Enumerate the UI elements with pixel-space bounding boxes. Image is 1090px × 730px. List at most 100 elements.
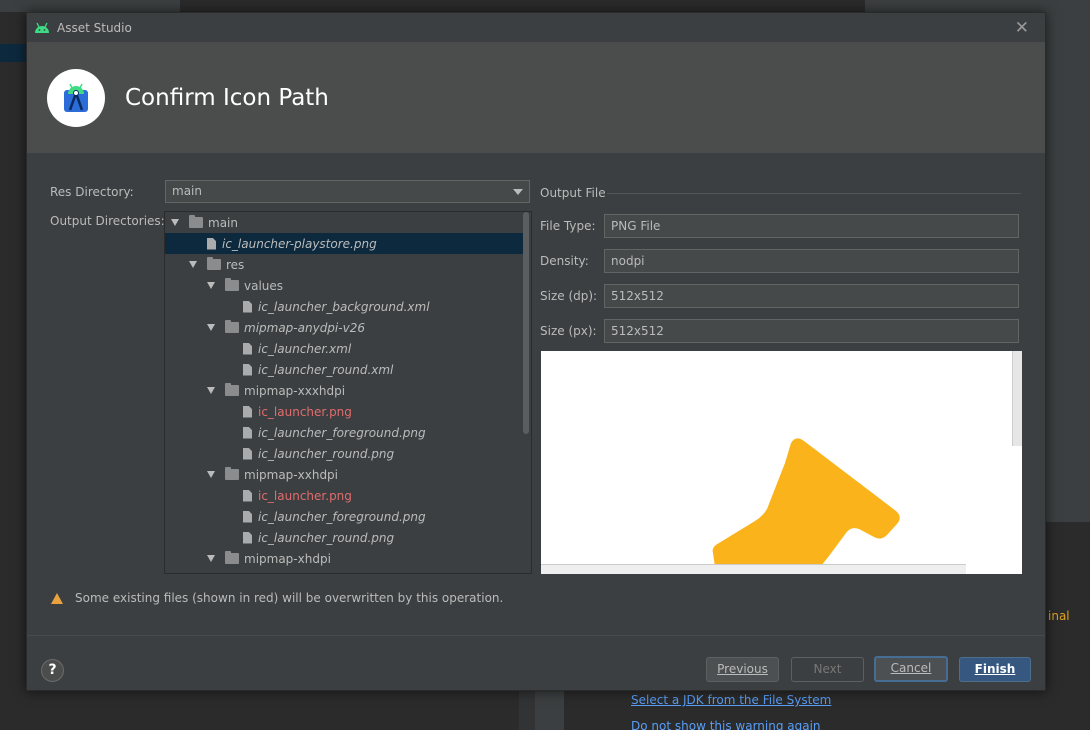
- dialog-header: Confirm Icon Path: [27, 42, 1045, 153]
- size-dp-label: Size (dp):: [540, 289, 598, 303]
- preview-horizontal-scrollbar[interactable]: [541, 564, 966, 574]
- expand-triangle-icon[interactable]: [207, 471, 215, 478]
- file-type-label: File Type:: [540, 219, 596, 233]
- dialog-titlebar: Asset Studio ✕: [27, 13, 1045, 42]
- cancel-button[interactable]: Cancel: [874, 656, 948, 682]
- android-studio-icon: [64, 83, 88, 112]
- tree-item-label: mipmap-xxhdpi: [244, 467, 339, 482]
- tree-item-label: ic_launcher.png: [258, 488, 352, 503]
- expand-triangle-icon[interactable]: [207, 555, 215, 562]
- preview-vertical-scrollbar[interactable]: [1012, 351, 1022, 446]
- file-icon: [243, 447, 252, 460]
- expand-triangle-icon[interactable]: [189, 261, 197, 268]
- output-directories-label: Output Directories:: [50, 214, 165, 228]
- tree-item-label: ic_launcher.xml: [258, 341, 352, 356]
- asset-studio-dialog: Asset Studio ✕ Confirm Icon Path Res Dir…: [26, 12, 1046, 691]
- tree-file-row[interactable]: ic_launcher_round.xml: [165, 359, 523, 380]
- res-directory-label: Res Directory:: [50, 185, 134, 199]
- tree-file-row[interactable]: ic_launcher.xml: [165, 338, 523, 359]
- tree-file-row[interactable]: ic_launcher_foreground.png: [165, 506, 523, 527]
- res-directory-combo[interactable]: main: [165, 180, 530, 203]
- file-icon: [243, 510, 252, 523]
- file-icon: [243, 531, 252, 544]
- ide-partial-text: inal: [1048, 609, 1070, 623]
- warning-text: Some existing files (shown in red) will …: [75, 591, 504, 605]
- tree-file-row[interactable]: ic_launcher_background.xml: [165, 296, 523, 317]
- finish-button-label: Finish: [974, 662, 1016, 676]
- tree-scrollbar[interactable]: [523, 212, 529, 434]
- folder-icon: [225, 278, 239, 291]
- cancel-button-label: Cancel: [890, 661, 932, 675]
- tree-file-row[interactable]: ic_launcher_round.png: [165, 527, 523, 548]
- help-button[interactable]: ?: [41, 659, 64, 682]
- ide-right-panel: [1046, 12, 1090, 522]
- section-separator: [607, 193, 1021, 194]
- file-icon: [243, 300, 252, 313]
- file-icon: [243, 342, 252, 355]
- res-directory-value: main: [172, 184, 202, 198]
- folder-icon: [189, 215, 203, 228]
- ide-bottom-gutter-inner: [535, 690, 564, 730]
- density-label: Density:: [540, 254, 589, 268]
- output-directories-tree[interactable]: mipmap-xhdpi ic_launcher_round.png ic_laun…: [164, 211, 532, 574]
- tree-item-label: ic_launcher_round.png: [258, 446, 395, 461]
- size-px-field[interactable]: 512x512: [604, 319, 1019, 343]
- ide-top-editor-strip: [180, 0, 865, 12]
- page-title: Confirm Icon Path: [125, 84, 329, 111]
- tree-item-label: ic_launcher_round.png: [258, 530, 395, 545]
- tree-file-row[interactable]: ic_launcher_round.png: [165, 443, 523, 464]
- tree-item-label: ic_launcher_round.xml: [258, 362, 394, 377]
- tree-folder-row[interactable]: res: [165, 254, 523, 275]
- dialog-content: Res Directory: main Output Directories: …: [27, 153, 1045, 645]
- tree-folder-row[interactable]: mipmap-xhdpi: [165, 548, 523, 569]
- select-jdk-link[interactable]: Select a JDK from the File System: [631, 693, 831, 707]
- tree-folder-row[interactable]: mipmap-anydpi-v26: [165, 317, 523, 338]
- tree-folder-row[interactable]: values: [165, 275, 523, 296]
- folder-icon: [225, 467, 239, 480]
- tree-folder-row[interactable]: mipmap-xxxhdpi: [165, 380, 523, 401]
- size-dp-field[interactable]: 512x512: [604, 284, 1019, 308]
- chevron-down-icon[interactable]: [513, 189, 523, 195]
- output-file-section-title: Output File: [540, 186, 606, 200]
- do-not-show-warning-link[interactable]: Do not show this warning again: [631, 719, 821, 730]
- android-studio-logo: [47, 68, 105, 127]
- tree-item-label: ic_launcher_foreground.png: [258, 425, 426, 440]
- next-button[interactable]: Next: [791, 657, 864, 682]
- folder-icon: [225, 551, 239, 564]
- expand-triangle-icon[interactable]: [207, 282, 215, 289]
- tree-item-label: mipmap-anydpi-v26: [244, 320, 365, 335]
- tree-item-label: values: [244, 278, 284, 293]
- tree-file-row[interactable]: ic_launcher_foreground.png: [165, 422, 523, 443]
- finish-button[interactable]: Finish: [959, 657, 1031, 682]
- size-px-label: Size (px):: [540, 324, 597, 338]
- folder-icon: [225, 320, 239, 333]
- next-button-label: Next: [813, 662, 842, 676]
- expand-triangle-icon[interactable]: [171, 219, 179, 226]
- file-type-field[interactable]: PNG File: [604, 214, 1019, 238]
- previous-button[interactable]: Previous: [706, 657, 779, 682]
- file-icon: [243, 489, 252, 502]
- tree-item-label: ic_launcher_foreground.png: [258, 509, 426, 524]
- density-field[interactable]: nodpi: [604, 249, 1019, 273]
- tree-folder-row[interactable]: main: [165, 212, 523, 233]
- expand-triangle-icon[interactable]: [207, 387, 215, 394]
- tree-item-label: main: [208, 215, 238, 230]
- folder-icon: [225, 383, 239, 396]
- close-icon[interactable]: ✕: [1015, 18, 1029, 38]
- icon-preview: [541, 351, 1022, 574]
- tree-item-label: mipmap-xxxhdpi: [244, 383, 346, 398]
- previous-button-label: Previous: [717, 662, 768, 676]
- folder-icon: [207, 257, 221, 270]
- warning-icon: [51, 592, 63, 604]
- tree-folder-row[interactable]: mipmap-xxhdpi: [165, 464, 523, 485]
- overwrite-warning: Some existing files (shown in red) will …: [51, 591, 503, 605]
- tree-item-label: ic_launcher-playstore.png: [222, 236, 377, 251]
- tree-file-row[interactable]: ic_launcher-playstore.png: [165, 233, 523, 254]
- tree-file-row[interactable]: ic_launcher.png: [165, 485, 523, 506]
- tree-item-label: res: [226, 257, 245, 272]
- file-icon: [243, 405, 252, 418]
- tree-file-row[interactable]: ic_launcher.png: [165, 401, 523, 422]
- launcher-icon-preview-image: [712, 438, 900, 574]
- android-icon: [35, 22, 49, 33]
- expand-triangle-icon[interactable]: [207, 324, 215, 331]
